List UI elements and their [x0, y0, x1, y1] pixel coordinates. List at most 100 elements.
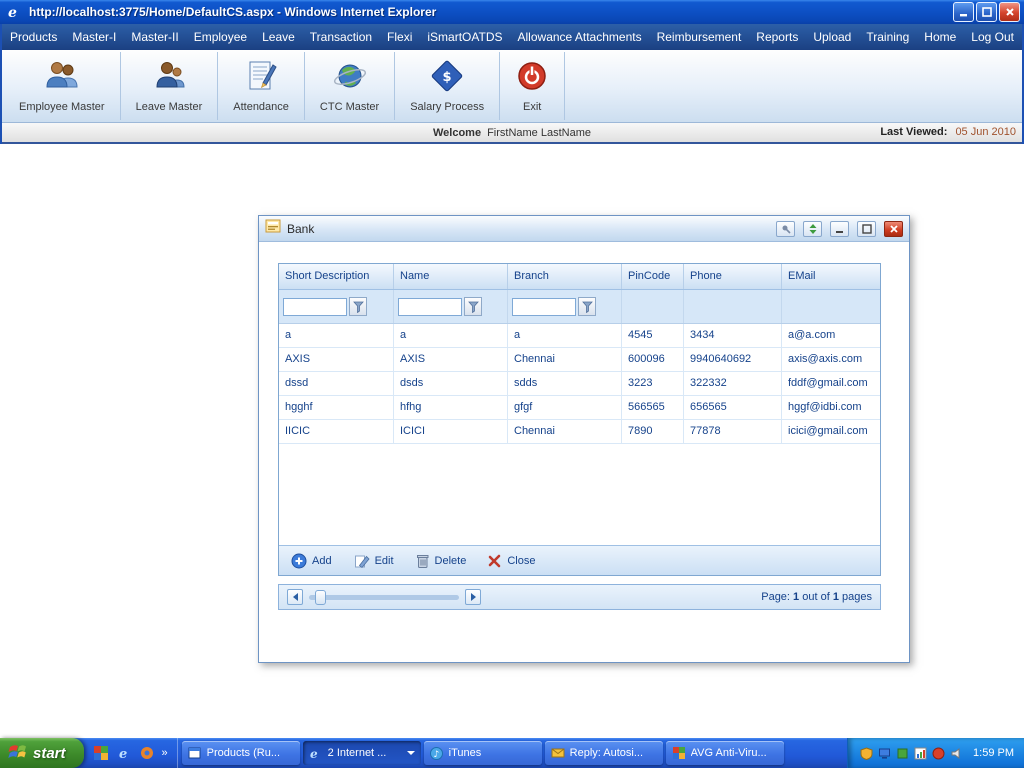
- toolbar-button-attendance[interactable]: Attendance: [218, 52, 305, 120]
- menu-item-training[interactable]: Training: [866, 30, 909, 44]
- employee-master-icon: [42, 59, 82, 98]
- edit-button-label: Edit: [374, 554, 394, 567]
- menu-item-master-i[interactable]: Master-I: [72, 30, 116, 44]
- task-button-reply-email[interactable]: Reply: Autosi...: [544, 741, 663, 765]
- menu-item-employee[interactable]: Employee: [194, 30, 247, 44]
- cell-short-description: hgghf: [279, 396, 394, 419]
- task-label: Reply: Autosi...: [569, 747, 644, 759]
- menu-item-allowance-attachments[interactable]: Allowance Attachments: [518, 30, 642, 44]
- delete-button[interactable]: Delete: [416, 553, 467, 569]
- table-row[interactable]: a a a 4545 3434 a@a.com: [279, 324, 880, 348]
- filter-input-short-description[interactable]: [283, 297, 347, 316]
- filter-button-name[interactable]: [464, 297, 482, 316]
- task-button-products[interactable]: Products (Ru...: [181, 741, 300, 765]
- dialog-pin-button[interactable]: [776, 220, 795, 237]
- menu-item-flexi[interactable]: Flexi: [387, 30, 412, 44]
- menu-item-leave[interactable]: Leave: [262, 30, 295, 44]
- svg-text:$: $: [443, 70, 452, 85]
- scroll-left-button[interactable]: [287, 589, 303, 605]
- svg-text:e: e: [8, 5, 17, 20]
- menu-item-transaction[interactable]: Transaction: [310, 30, 372, 44]
- tray-antivirus-icon[interactable]: [896, 747, 909, 760]
- toolbar-button-employee-master[interactable]: Employee Master: [4, 52, 121, 120]
- scroll-right-button[interactable]: [465, 589, 481, 605]
- avg-quicklaunch-icon[interactable]: [93, 745, 109, 761]
- filter-button-short-description[interactable]: [349, 297, 367, 316]
- tray-chart-icon[interactable]: [914, 747, 927, 760]
- cell-email: fddf@gmail.com: [788, 377, 868, 389]
- avg-icon: [672, 746, 686, 760]
- close-button-label: Close: [507, 554, 536, 567]
- edit-icon: [354, 555, 370, 568]
- dialog-collapse-button[interactable]: [803, 220, 822, 237]
- delete-icon: [416, 554, 429, 568]
- menu-item-home[interactable]: Home: [924, 30, 956, 44]
- toolbar-button-exit[interactable]: Exit: [500, 52, 566, 120]
- dialog-minimize-button[interactable]: [830, 220, 849, 237]
- column-header-phone[interactable]: Phone: [684, 264, 782, 289]
- edit-button[interactable]: Edit: [354, 553, 394, 569]
- toolbar-button-leave-master[interactable]: Leave Master: [121, 52, 219, 120]
- windows-logo-icon: [8, 742, 28, 764]
- page-of: out of: [802, 591, 830, 603]
- dialog-maximize-button[interactable]: [857, 220, 876, 237]
- task-button-internet-explorer-group[interactable]: e 2 Internet ...: [302, 741, 421, 765]
- column-header-name[interactable]: Name: [394, 264, 508, 289]
- scrollbar-track[interactable]: [309, 589, 459, 605]
- menu-item-master-ii[interactable]: Master-II: [131, 30, 178, 44]
- toolbar-button-ctc-master[interactable]: CTC Master: [305, 52, 396, 120]
- task-button-avg[interactable]: AVG Anti-Viru...: [665, 741, 784, 765]
- column-header-pincode[interactable]: PinCode: [622, 264, 684, 289]
- table-row[interactable]: AXIS AXIS Chennai 600096 9940640692 axis…: [279, 348, 880, 372]
- task-label: AVG Anti-Viru...: [690, 747, 767, 759]
- close-grid-button[interactable]: Close: [488, 554, 535, 568]
- quick-launch-overflow-chevron[interactable]: »: [162, 747, 168, 759]
- column-header-short-description[interactable]: Short Description: [279, 264, 394, 289]
- scrollbar-thumb[interactable]: [315, 589, 326, 605]
- menu-item-reports[interactable]: Reports: [756, 30, 798, 44]
- filter-input-branch[interactable]: [512, 297, 576, 316]
- leave-master-icon: [149, 59, 189, 98]
- column-header-email[interactable]: EMail: [782, 264, 880, 289]
- minimize-button[interactable]: [953, 2, 974, 22]
- page-content: Bank Short Description Name Branch PinCo…: [0, 144, 1024, 738]
- cell-email: icici@gmail.com: [788, 425, 868, 437]
- task-button-itunes[interactable]: ♪ iTunes: [423, 741, 542, 765]
- dialog-title: Bank: [287, 221, 315, 236]
- toolbar-button-salary-process[interactable]: $ Salary Process: [395, 52, 501, 120]
- table-row[interactable]: hgghf hfhg gfgf 566565 656565 hggf@idbi.…: [279, 396, 880, 420]
- tray-messenger-icon[interactable]: [932, 747, 945, 760]
- grid-pager: Page: 1 out of 1 pages: [278, 584, 881, 610]
- tray-monitor-icon[interactable]: [878, 747, 891, 760]
- maximize-button[interactable]: [976, 2, 997, 22]
- table-row[interactable]: dssd dsds sdds 3223 322332 fddf@gmail.co…: [279, 372, 880, 396]
- close-button[interactable]: [999, 2, 1020, 22]
- menu-item-products[interactable]: Products: [10, 30, 57, 44]
- cell-name: dsds: [394, 372, 508, 395]
- start-button[interactable]: start: [0, 738, 84, 768]
- firefox-quicklaunch-icon[interactable]: [139, 745, 155, 761]
- filter-input-name[interactable]: [398, 297, 462, 316]
- grid-empty-area: [279, 444, 880, 545]
- clock[interactable]: 1:59 PM: [973, 747, 1014, 759]
- tray-security-shield-icon[interactable]: [860, 746, 873, 760]
- table-row[interactable]: IICIC ICICI Chennai 7890 77878 icici@gma…: [279, 420, 880, 444]
- screen: e http://localhost:3775/Home/DefaultCS.a…: [0, 0, 1024, 768]
- bank-dialog: Bank Short Description Name Branch PinCo…: [258, 215, 910, 663]
- filter-button-branch[interactable]: [578, 297, 596, 316]
- add-button[interactable]: Add: [291, 553, 332, 569]
- menu-item-upload[interactable]: Upload: [813, 30, 851, 44]
- toolbar-label: Attendance: [233, 101, 289, 113]
- dialog-titlebar[interactable]: Bank: [259, 216, 909, 242]
- delete-button-label: Delete: [434, 554, 467, 567]
- menu-item-log-out[interactable]: Log Out: [971, 30, 1014, 44]
- tray-volume-icon[interactable]: [950, 747, 963, 760]
- cell-name: ICICI: [394, 420, 508, 443]
- dialog-close-button[interactable]: [884, 220, 903, 237]
- menu-item-ismartoatds[interactable]: iSmartOATDS: [427, 30, 502, 44]
- menu-item-reimbursement[interactable]: Reimbursement: [657, 30, 742, 44]
- grid-filter-row: [279, 290, 880, 324]
- column-header-branch[interactable]: Branch: [508, 264, 622, 289]
- cell-pincode: 600096: [622, 348, 684, 371]
- internet-explorer-quicklaunch-icon[interactable]: e: [116, 745, 132, 761]
